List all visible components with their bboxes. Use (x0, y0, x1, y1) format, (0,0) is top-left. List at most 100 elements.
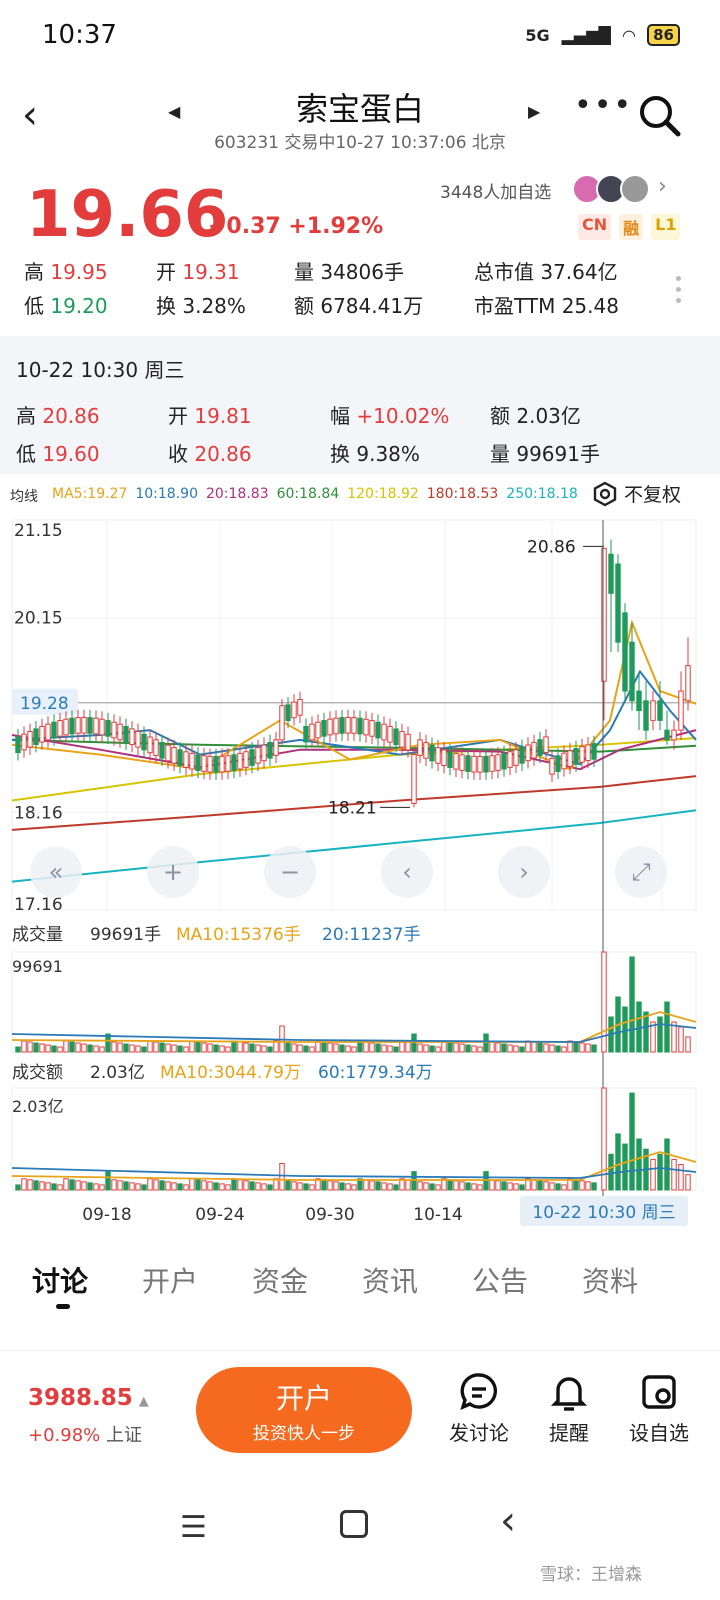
menu-icon[interactable]: ☰ (180, 1510, 207, 1545)
candle-body (393, 728, 399, 746)
bottom-bar: 3988.85 ▲ +0.98% 上证 开户 投资快人一步 发讨论 提醒 设自选 (0, 1350, 720, 1468)
home-icon[interactable] (340, 1510, 368, 1538)
volume-bar (237, 1041, 243, 1053)
post-button[interactable]: 发讨论 (444, 1371, 514, 1446)
ma-legend-item: 60:18.84 (276, 486, 340, 502)
amount-bar (501, 1181, 507, 1191)
chevron-right-icon[interactable]: › (658, 174, 667, 204)
volume-bar (435, 1046, 441, 1053)
quote-stat-value: 25.48 (561, 294, 619, 318)
tab-funds[interactable]: 资金 (252, 1260, 308, 1300)
status-bar: 10:37 5G ▂▄▆█ ◠ 86 (0, 0, 720, 78)
candle-body (267, 741, 273, 759)
amount-bar (321, 1179, 327, 1191)
index-value[interactable]: 3988.85 ▲ (28, 1385, 149, 1411)
candle-body (291, 701, 297, 719)
quote-stat: 总市值 37.64亿 (474, 256, 618, 285)
tab-discussion[interactable]: 讨论 (32, 1260, 88, 1300)
amount-bar (117, 1180, 123, 1191)
quote-stat: 额 6784.41万 (294, 290, 423, 319)
change-value: +0.37 (208, 214, 281, 239)
chart-control-icon: ⤢ (631, 858, 650, 886)
candle-body (477, 756, 483, 773)
amount-bar (363, 1179, 369, 1191)
kline-chart[interactable]: 21.15 20.15 18.16 17.16 19.28 20.86 18.21 « + − ‹ ›… (0, 512, 720, 1240)
candle-body (69, 717, 75, 735)
candle-body (513, 749, 519, 766)
amount-bar (147, 1178, 153, 1191)
back-nav-icon[interactable]: ‹ (500, 1498, 516, 1544)
amount-bar (129, 1182, 135, 1191)
adjust-toggle[interactable]: 不复权 (592, 480, 681, 507)
volume-bar (165, 1043, 171, 1053)
candle-body (159, 742, 165, 759)
amount-bar (405, 1179, 411, 1191)
candle-body (519, 746, 525, 764)
amount-bar (555, 1183, 561, 1191)
volume-bar (555, 1045, 561, 1053)
candle-body (405, 733, 411, 751)
amount-bar (39, 1181, 45, 1191)
follower-count[interactable]: 3448人加自选 (440, 178, 551, 203)
quote-stat-label: 额 (294, 294, 321, 318)
price-axis-label: 20.15 (14, 609, 63, 629)
history-stat-label: 换 (330, 442, 357, 466)
volume-bar (447, 1041, 453, 1053)
candle-body (249, 749, 255, 766)
volume-bar (369, 1042, 375, 1053)
candle-body (207, 755, 213, 773)
volume-bar (423, 1044, 429, 1053)
watchlist-button[interactable]: 设自选 (624, 1371, 694, 1446)
more-icon[interactable]: ••• (574, 88, 633, 123)
volume-bar (99, 1046, 105, 1053)
alert-button[interactable]: 提醒 (534, 1371, 604, 1446)
alert-label: 提醒 (549, 1421, 589, 1445)
battery-icon: 86 (647, 24, 680, 46)
amount-bar (465, 1182, 471, 1191)
open-account-button[interactable]: 开户 投资快人一步 (196, 1367, 412, 1453)
candle-body (608, 553, 614, 594)
price-axis-label: 17.16 (14, 895, 63, 915)
tab-profile[interactable]: 资料 (582, 1260, 638, 1300)
ma-legend-title: 均线 (10, 489, 38, 505)
candle-body (435, 747, 441, 764)
more-stats-icon[interactable] (676, 270, 682, 309)
price-axis-label: 18.16 (14, 803, 63, 823)
candle-body (51, 721, 57, 739)
candle-body (153, 739, 159, 756)
amount-bar (15, 1184, 21, 1191)
volume-bar (291, 1043, 297, 1053)
amount-bar (51, 1183, 57, 1191)
candle-body (195, 754, 201, 771)
history-stat-label: 低 (16, 442, 43, 466)
next-stock-icon[interactable]: ▶ (528, 102, 540, 121)
candle-body (117, 723, 123, 741)
search-icon[interactable] (636, 92, 682, 138)
history-stat-label: 幅 (330, 404, 357, 428)
candle-body (225, 755, 231, 772)
candle-body (525, 744, 531, 762)
tag-cn: CN (578, 214, 612, 240)
amount-bar (387, 1183, 393, 1191)
candle-body (333, 717, 339, 735)
selected-candle-panel: 10-22 10:30 周三 高 20.86 开 19.81 幅 +10.02% 额 … (0, 336, 720, 474)
tab-news[interactable]: 资讯 (362, 1260, 418, 1300)
volume-bar (537, 1042, 543, 1053)
amount-bar (237, 1179, 243, 1191)
follower-avatars[interactable]: › (572, 174, 667, 204)
triangle-up-icon: ▲ (138, 1394, 149, 1409)
volume-bar (411, 1033, 417, 1053)
volume-bar (417, 1043, 423, 1053)
amount-bar (685, 1174, 691, 1191)
tab-announcements[interactable]: 公告 (472, 1260, 528, 1300)
quote-stat-label: 总市值 (474, 260, 541, 284)
volume-bar (63, 1040, 69, 1053)
quote-stat-value: 3.28% (182, 294, 246, 318)
candle-body (345, 716, 351, 734)
history-stat-label: 开 (168, 404, 195, 428)
candle-body (622, 612, 628, 692)
candle-body (93, 717, 99, 735)
candle-body (105, 720, 111, 737)
tab-account[interactable]: 开户 (142, 1260, 198, 1300)
candle-body (165, 744, 171, 762)
